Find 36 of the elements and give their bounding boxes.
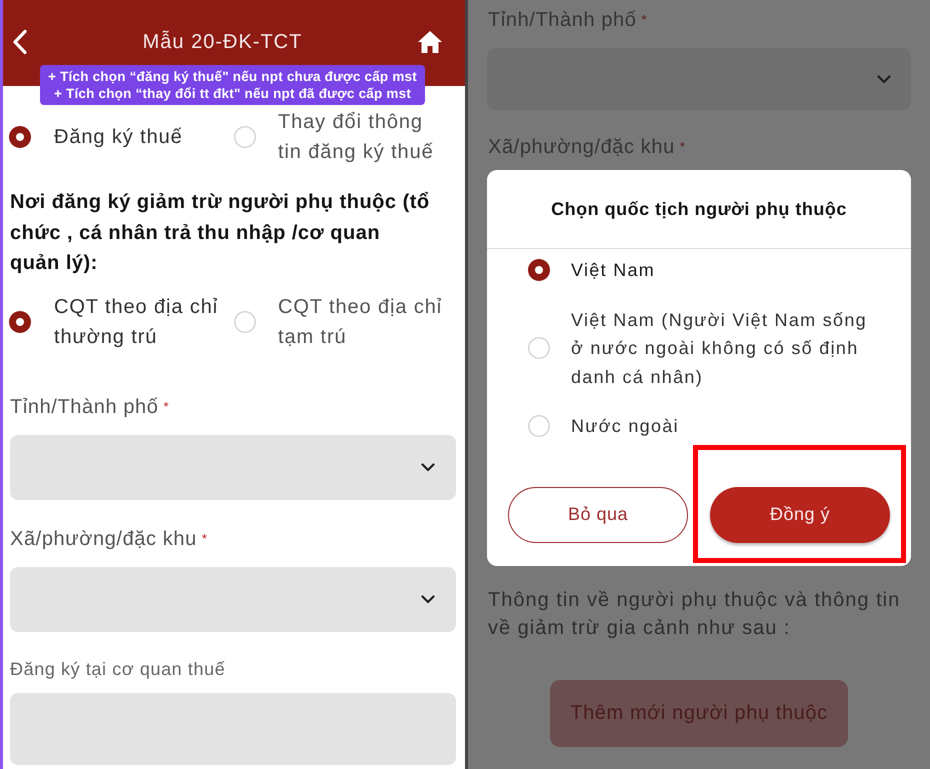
- info-text: Thông tin về người phụ thuộc và thông tin về giảm trừ gia cảnh như sau :: [487, 588, 902, 640]
- field-label: Tỉnh/Thành phố *: [9, 394, 170, 420]
- skip-button[interactable]: Bỏ qua: [508, 486, 688, 542]
- dropdown-field[interactable]: [487, 48, 911, 110]
- field-label: Xã/phường/đặc khu *: [487, 135, 686, 160]
- dialog-title: Chọn quốc tịch người phụ thuộc: [551, 198, 847, 220]
- dropdown-field[interactable]: [10, 566, 456, 632]
- hint-text: + Tích chọn “thay đổi tt đkt" nếu npt đã được cấp mst: [54, 85, 412, 102]
- confirm-button[interactable]: Đồng ý: [710, 486, 890, 542]
- radio-button[interactable]: [528, 337, 550, 360]
- back-icon[interactable]: [12, 29, 28, 55]
- screen-title: Mẫu 20-ĐK-TCT: [142, 30, 304, 55]
- field-label: Đăng ký tại cơ quan thuế: [9, 658, 226, 680]
- option-label[interactable]: CQT theo địa chỉ tạm trú: [278, 292, 448, 352]
- option-label[interactable]: Đăng ký thuế: [54, 122, 224, 152]
- chevron-down-icon: [421, 594, 435, 604]
- option-label[interactable]: CQT theo địa chỉ thường trú: [54, 292, 224, 352]
- field-label: Tỉnh/Thành phố *: [487, 8, 648, 33]
- chevron-down-icon: [421, 462, 435, 472]
- radio-button[interactable]: [528, 259, 550, 282]
- home-icon[interactable]: [417, 30, 443, 54]
- field-label: Xã/phường/đặc khu *: [9, 526, 208, 552]
- section-heading: Nơi đăng ký giảm trừ người phụ thuộc (tổ chức , cá nhân trả thu nhập /cơ quan quản lý):: [9, 190, 431, 276]
- radio-button[interactable]: [9, 126, 31, 148]
- radio-button[interactable]: [234, 310, 256, 332]
- radio-button[interactable]: [234, 126, 256, 148]
- radio-button[interactable]: [9, 310, 31, 332]
- option-label[interactable]: Thay đổi thông tin đăng ký thuế: [278, 107, 448, 167]
- option-label[interactable]: Việt Nam: [571, 256, 876, 284]
- option-label[interactable]: Nước ngoài: [571, 412, 876, 440]
- hint-text: + Tích chọn “đăng ký thuế" nếu npt chưa được cấp mst: [48, 68, 417, 85]
- radio-button[interactable]: [528, 415, 550, 438]
- dropdown-field[interactable]: [10, 434, 456, 500]
- option-label[interactable]: Việt Nam (Người Việt Nam sống ở nước ngoài không có số định danh cá nhân): [571, 306, 876, 391]
- input-field[interactable]: [10, 692, 456, 764]
- chevron-down-icon: [877, 74, 891, 84]
